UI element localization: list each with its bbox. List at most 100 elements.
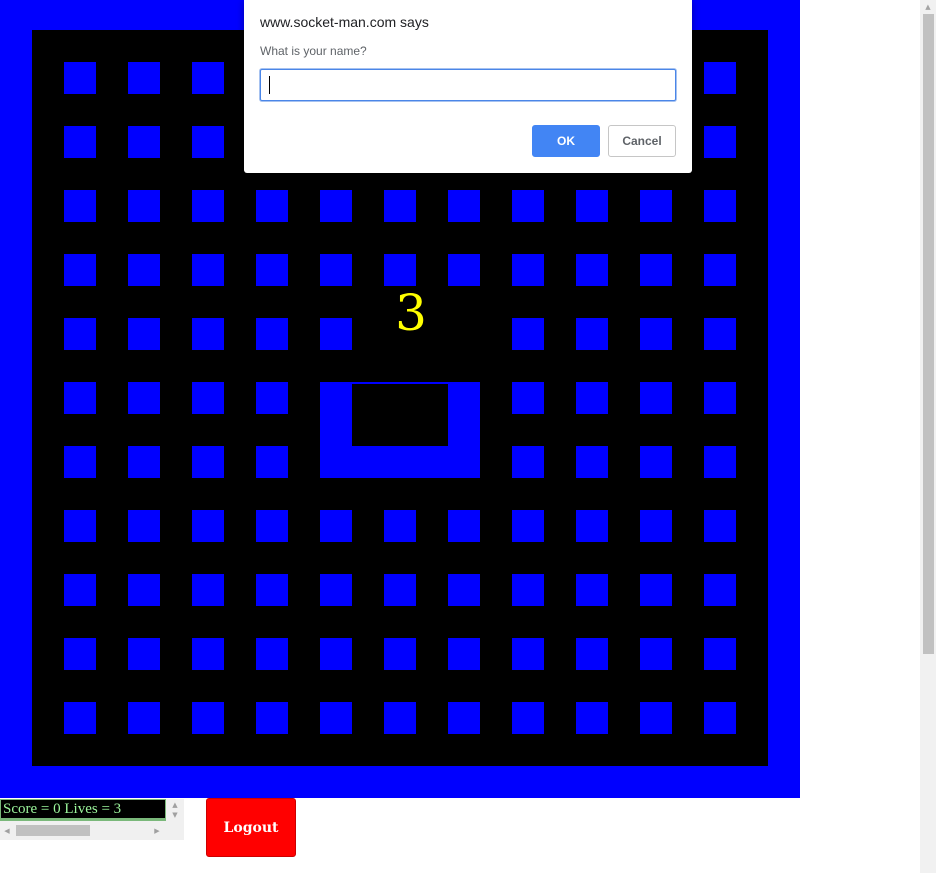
maze-wall-block: [64, 62, 96, 94]
maze-wall-block: [384, 638, 416, 670]
maze-wall-block: [576, 190, 608, 222]
maze-wall-block: [192, 382, 224, 414]
maze-wall-block: [704, 254, 736, 286]
maze-wall-block: [640, 510, 672, 542]
maze-wall-block: [640, 190, 672, 222]
maze-wall-block: [384, 702, 416, 734]
maze-wall-block: [384, 574, 416, 606]
maze-wall-block: [128, 574, 160, 606]
maze-wall-block: [128, 318, 160, 350]
maze-wall-block: [576, 318, 608, 350]
dialog-title: www.socket-man.com says: [260, 14, 429, 30]
maze-wall-block: [576, 254, 608, 286]
maze-wall-block: [256, 382, 288, 414]
maze-wall-block: [512, 702, 544, 734]
score-text: Score = 0 Lives = 3: [0, 799, 166, 819]
maze-wall-block: [512, 318, 544, 350]
maze-wall-block: [128, 254, 160, 286]
maze-wall-block: [64, 254, 96, 286]
maze-wall-block: [512, 446, 544, 478]
prompt-dialog: www.socket-man.com says What is your nam…: [244, 0, 692, 173]
maze-wall-block: [192, 510, 224, 542]
maze-wall-block: [640, 254, 672, 286]
maze-wall-block: [64, 574, 96, 606]
maze-wall-block: [64, 382, 96, 414]
maze-wall-block: [192, 190, 224, 222]
maze-wall-block: [128, 638, 160, 670]
maze-wall-block: [704, 382, 736, 414]
maze-wall-block: [448, 702, 480, 734]
maze-wall-block: [448, 510, 480, 542]
maze-wall-block: [320, 190, 352, 222]
scroll-up-arrow-icon[interactable]: ▲: [166, 801, 184, 809]
maze-wall-block: [128, 510, 160, 542]
maze-wall-block: [64, 638, 96, 670]
maze-wall-block: [704, 318, 736, 350]
maze-wall-block: [576, 446, 608, 478]
maze-wall-block: [640, 702, 672, 734]
dialog-message: What is your name?: [260, 44, 367, 58]
maze-wall-block: [256, 254, 288, 286]
score-scroll-thumb[interactable]: [16, 825, 90, 836]
maze-wall-block: [192, 254, 224, 286]
maze-wall-block: [640, 382, 672, 414]
maze-wall-block: [576, 702, 608, 734]
maze-wall-block: [320, 638, 352, 670]
maze-wall-block: [192, 638, 224, 670]
maze-wall-block: [448, 254, 480, 286]
logout-button[interactable]: Logout: [206, 798, 296, 857]
maze-wall-block: [320, 254, 352, 286]
maze-wall-block: [256, 446, 288, 478]
maze-wall-block: [128, 446, 160, 478]
maze-wall-block: [192, 318, 224, 350]
page-scrollbar[interactable]: ▲: [920, 0, 936, 873]
score-vertical-scrollbar[interactable]: ▲ ▼: [166, 799, 184, 821]
maze-wall-block: [64, 446, 96, 478]
maze-wall-block: [576, 638, 608, 670]
maze-wall-block: [384, 510, 416, 542]
maze-wall-block: [448, 574, 480, 606]
maze-wall-block: [320, 574, 352, 606]
maze-wall-block: [576, 382, 608, 414]
maze-wall-block: [64, 190, 96, 222]
maze-wall-block: [576, 510, 608, 542]
maze-wall-block: [256, 574, 288, 606]
maze-wall-block: [704, 190, 736, 222]
maze-wall-block: [128, 126, 160, 158]
ok-button[interactable]: OK: [532, 125, 600, 157]
maze-wall-block: [64, 510, 96, 542]
maze-wall-block: [320, 510, 352, 542]
ghost-house: [320, 382, 480, 478]
score-horizontal-scrollbar[interactable]: ◀ ▶: [0, 821, 166, 840]
page-scroll-thumb[interactable]: [923, 14, 934, 654]
maze-wall-block: [256, 638, 288, 670]
score-textarea[interactable]: Score = 0 Lives = 3 ▲ ▼ ◀ ▶: [0, 799, 184, 840]
maze-wall-block: [704, 510, 736, 542]
maze-wall-block: [192, 702, 224, 734]
maze-wall-block: [640, 574, 672, 606]
maze-wall-block: [576, 574, 608, 606]
maze-wall-block: [640, 446, 672, 478]
maze-wall-block: [448, 638, 480, 670]
name-input[interactable]: [260, 69, 676, 101]
maze-wall-block: [640, 638, 672, 670]
maze-wall-block: [704, 574, 736, 606]
scroll-right-arrow-icon[interactable]: ▶: [150, 827, 164, 835]
scroll-down-arrow-icon[interactable]: ▼: [166, 811, 184, 819]
text-caret: [269, 76, 270, 94]
page-scroll-up-icon[interactable]: ▲: [920, 0, 936, 14]
maze-wall-block: [384, 190, 416, 222]
maze-wall-block: [704, 62, 736, 94]
maze-wall-block: [256, 190, 288, 222]
scroll-left-arrow-icon[interactable]: ◀: [0, 827, 14, 835]
maze-wall-block: [704, 702, 736, 734]
maze-wall-block: [512, 382, 544, 414]
maze-wall-block: [512, 574, 544, 606]
countdown-number: 3: [395, 284, 427, 342]
cancel-button[interactable]: Cancel: [608, 125, 676, 157]
maze-wall-block: [192, 446, 224, 478]
ghost-house-interior: [352, 384, 448, 446]
maze-wall-block: [512, 510, 544, 542]
maze-wall-block: [512, 638, 544, 670]
maze-wall-block: [192, 574, 224, 606]
